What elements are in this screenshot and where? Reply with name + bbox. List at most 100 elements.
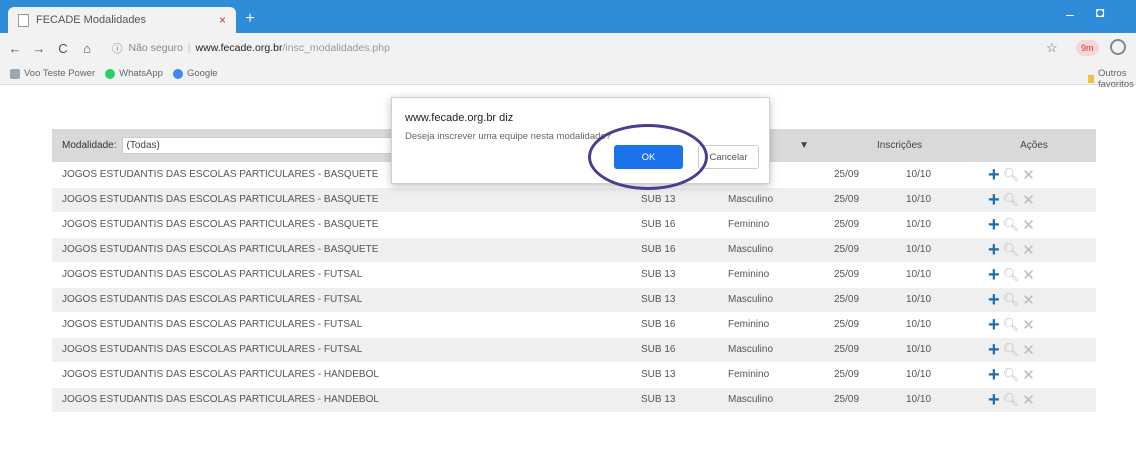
date-end: 10/10	[900, 212, 972, 238]
table-row: JOGOS ESTUDANTIS DAS ESCOLAS PARTICULARE…	[52, 187, 1096, 213]
dialog-message: Deseja inscrever uma equipe nesta modali…	[405, 131, 611, 142]
date-end: 10/10	[900, 262, 972, 288]
add-icon[interactable]: +	[988, 239, 1000, 261]
table-row: JOGOS ESTUDANTIS DAS ESCOLAS PARTICULARE…	[52, 387, 1096, 413]
gender: Masculino	[723, 337, 827, 363]
actions-cell: + 🔍︎ ✕	[972, 262, 1096, 288]
date-start: 25/09	[827, 387, 900, 413]
address-bar[interactable]: ⓘ Não seguro | www.fecade.org.br /insc_m…	[112, 37, 992, 59]
delete-icon[interactable]: ✕	[1022, 242, 1035, 259]
search-icon[interactable]: 🔍︎	[1003, 317, 1020, 332]
table-row: JOGOS ESTUDANTIS DAS ESCOLAS PARTICULARE…	[52, 262, 1096, 288]
gender: Masculino	[723, 387, 827, 413]
add-icon[interactable]: +	[988, 164, 1000, 186]
table-row: JOGOS ESTUDANTIS DAS ESCOLAS PARTICULARE…	[52, 312, 1096, 338]
category: SUB 16	[636, 237, 723, 263]
delete-icon[interactable]: ✕	[1022, 267, 1035, 284]
actions-cell: + 🔍︎ ✕	[972, 212, 1096, 238]
bookmark-label: WhatsApp	[119, 68, 163, 79]
search-icon[interactable]: 🔍︎	[1003, 367, 1020, 382]
search-icon[interactable]: 🔍︎	[1003, 392, 1020, 407]
date-end: 10/10	[900, 162, 972, 188]
bookmark-item[interactable]: WhatsApp	[105, 68, 163, 79]
browser-tab[interactable]: FECADE Modalidades ×	[8, 7, 236, 33]
ok-button[interactable]: OK	[614, 145, 683, 169]
delete-icon[interactable]: ✕	[1022, 367, 1035, 384]
table-row: JOGOS ESTUDANTIS DAS ESCOLAS PARTICULARE…	[52, 237, 1096, 263]
cancel-button[interactable]: Cancelar	[698, 145, 759, 169]
actions-cell: + 🔍︎ ✕	[972, 287, 1096, 313]
category: SUB 13	[636, 287, 723, 313]
date-end: 10/10	[900, 362, 972, 388]
confirm-dialog: www.fecade.org.br diz Deseja inscrever u…	[391, 97, 770, 184]
modalidade-name: JOGOS ESTUDANTIS DAS ESCOLAS PARTICULARE…	[52, 387, 636, 413]
search-icon[interactable]: 🔍︎	[1003, 192, 1020, 207]
category: SUB 13	[636, 362, 723, 388]
info-icon[interactable]: ⓘ	[112, 41, 123, 56]
actions-cell: + 🔍︎ ✕	[972, 337, 1096, 363]
date-start: 25/09	[827, 337, 900, 363]
add-icon[interactable]: +	[988, 364, 1000, 386]
modalidade-name: JOGOS ESTUDANTIS DAS ESCOLAS PARTICULARE…	[52, 312, 636, 338]
add-icon[interactable]: +	[988, 339, 1000, 361]
gender: Masculino	[723, 287, 827, 313]
back-button[interactable]: ←	[6, 41, 24, 56]
delete-icon[interactable]: ✕	[1022, 317, 1035, 334]
search-icon[interactable]: 🔍︎	[1003, 242, 1020, 257]
delete-icon[interactable]: ✕	[1022, 342, 1035, 359]
add-icon[interactable]: +	[988, 389, 1000, 411]
date-start: 25/09	[827, 162, 900, 188]
table-row: JOGOS ESTUDANTIS DAS ESCOLAS PARTICULARE…	[52, 287, 1096, 313]
actions-cell: + 🔍︎ ✕	[972, 362, 1096, 388]
date-start: 25/09	[827, 362, 900, 388]
add-icon[interactable]: +	[988, 214, 1000, 236]
bookmark-icon	[10, 68, 20, 79]
delete-icon[interactable]: ✕	[1022, 192, 1035, 209]
date-end: 10/10	[900, 287, 972, 313]
add-icon[interactable]: +	[988, 314, 1000, 336]
date-start: 25/09	[827, 212, 900, 238]
maximize-button[interactable]: ◘	[1096, 4, 1104, 20]
gender: Feminino	[723, 212, 827, 238]
date-start: 25/09	[827, 287, 900, 313]
profile-icon[interactable]	[1110, 39, 1126, 55]
date-end: 10/10	[900, 312, 972, 338]
search-icon[interactable]: 🔍︎	[1003, 267, 1020, 282]
bookmark-label: Google	[186, 68, 218, 79]
date-end: 10/10	[900, 387, 972, 413]
other-bookmarks-label: Outros favoritos	[1097, 68, 1134, 90]
delete-icon[interactable]: ✕	[1022, 392, 1035, 409]
bookmark-item[interactable]: Voo Teste Power	[10, 68, 95, 79]
home-button[interactable]: ⌂	[78, 41, 96, 56]
minimize-button[interactable]: –	[1066, 6, 1074, 22]
add-icon[interactable]: +	[988, 264, 1000, 286]
new-tab-button[interactable]: +	[240, 10, 260, 28]
actions-cell: + 🔍︎ ✕	[972, 237, 1096, 263]
other-bookmarks[interactable]: Outros favoritos	[1088, 68, 1136, 90]
tab-close-icon[interactable]: ×	[219, 13, 226, 27]
forward-button[interactable]: →	[30, 41, 48, 56]
col-inscricoes: Inscrições	[827, 129, 972, 163]
delete-icon[interactable]: ✕	[1022, 292, 1035, 309]
google-icon	[172, 68, 183, 79]
dialog-title: www.fecade.org.br diz	[405, 112, 514, 124]
delete-icon[interactable]: ✕	[1022, 167, 1035, 184]
add-icon[interactable]: +	[988, 289, 1000, 311]
bookmark-star-icon[interactable]: ☆	[1046, 40, 1058, 56]
modalidade-name: JOGOS ESTUDANTIS DAS ESCOLAS PARTICULARE…	[52, 212, 636, 238]
bookmark-label: Voo Teste Power	[24, 68, 96, 79]
date-start: 25/09	[827, 237, 900, 263]
bookmark-item[interactable]: Google	[172, 68, 218, 79]
date-start: 25/09	[827, 262, 900, 288]
col-acoes: Ações	[972, 129, 1096, 163]
delete-icon[interactable]: ✕	[1022, 217, 1035, 234]
search-icon[interactable]: 🔍︎	[1003, 217, 1020, 232]
extension-badge[interactable]: 9m	[1076, 40, 1099, 56]
folder-icon	[1088, 75, 1094, 83]
search-icon[interactable]: 🔍︎	[1003, 167, 1020, 182]
add-icon[interactable]: +	[988, 189, 1000, 211]
search-icon[interactable]: 🔍︎	[1003, 342, 1020, 357]
reload-button[interactable]: C	[54, 41, 72, 56]
search-icon[interactable]: 🔍︎	[1003, 292, 1020, 307]
gender: Masculino	[723, 237, 827, 263]
